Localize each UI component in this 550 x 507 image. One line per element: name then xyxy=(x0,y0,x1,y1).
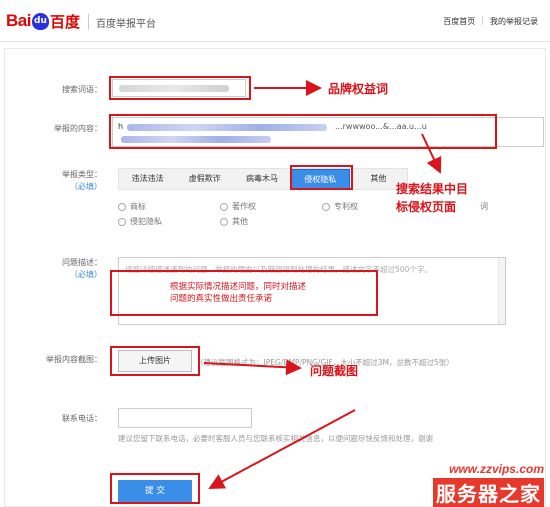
radio-other[interactable]: 其他 xyxy=(220,216,248,227)
radio-circle-icon xyxy=(118,202,126,211)
site-title: 百度举报平台 xyxy=(96,19,156,30)
radio-label: 著作权 xyxy=(232,202,256,211)
annotation-screenshot: 问题截图 xyxy=(310,364,359,378)
type-required-hint: （必填） xyxy=(70,182,102,191)
nav-link-my-reports[interactable]: 我的举报记录 xyxy=(490,16,538,27)
radio-label: 其他 xyxy=(232,217,248,226)
annotation-box-upload xyxy=(110,346,200,376)
header-divider xyxy=(88,14,89,30)
phone-hint: 建议您留下联系电话，必要时客服人员与您联系核实相关信息，以便问题尽快反馈和处理，… xyxy=(118,434,433,443)
type-label: 举报类型： xyxy=(62,170,102,179)
content-label: 举报的内容： xyxy=(54,124,102,133)
nav-link-baidu-home[interactable]: 百度首页 xyxy=(443,16,475,27)
annotation-box-submit xyxy=(110,473,200,504)
watermark-url: www.zzvips.com xyxy=(449,462,544,476)
radio-circle-icon xyxy=(220,202,228,211)
annotation-box-tab xyxy=(290,165,353,190)
radio-privacy[interactable]: 侵犯隐私 xyxy=(118,216,162,227)
annotation-search-result-line2: 标侵权页面 xyxy=(396,200,457,214)
radio-label: 商标 xyxy=(130,202,146,211)
phone-input[interactable] xyxy=(118,408,252,428)
description-scrollbar[interactable] xyxy=(498,258,505,324)
tab-fraud[interactable]: 虚假欺诈 xyxy=(176,169,233,189)
logo-bai-text: Bai xyxy=(6,11,31,30)
header-nav: 百度首页 | 我的举报记录 xyxy=(443,16,538,27)
annotation-description-line1: 根据实际情况描述问题，同时对描述 xyxy=(170,282,307,292)
logo-baidu-cn-text: 百度 xyxy=(49,13,80,31)
annotation-search-result-line1: 搜索结果中目 xyxy=(396,182,469,196)
radio-trademark[interactable]: 商标 xyxy=(118,201,146,212)
radio-copyright[interactable]: 著作权 xyxy=(220,201,256,212)
keyword-label: 搜索词语： xyxy=(62,85,102,94)
phone-label: 联系电话： xyxy=(62,414,102,423)
description-required-hint: （必填） xyxy=(70,270,102,279)
baidu-logo[interactable]: Bai du 百度 xyxy=(6,10,80,32)
nav-separator: | xyxy=(481,16,484,25)
radio-patent[interactable]: 专利权 xyxy=(322,201,358,212)
tab-virus[interactable]: 病毒木马 xyxy=(233,169,290,189)
annotation-box-content xyxy=(109,114,497,149)
annotation-brand-keyword: 品牌权益词 xyxy=(328,82,389,96)
site-watermark: www.zzvips.com 服务器之家 xyxy=(433,462,544,507)
paw-icon: du xyxy=(31,12,49,30)
radio-circle-icon xyxy=(220,217,228,226)
watermark-brand: 服务器之家 xyxy=(433,478,544,507)
tab-illegal[interactable]: 违法违法 xyxy=(119,169,176,189)
description-label: 问题描述： xyxy=(62,258,102,267)
report-type-tabs: 违法违法 虚假欺诈 病毒木马 侵权隐私 其他 xyxy=(118,168,408,190)
screenshot-label: 举报内容截图： xyxy=(46,355,102,364)
annotation-box-keyword xyxy=(109,76,251,100)
page-header: Bai du 百度 百度举报平台 百度首页 | 我的举报记录 xyxy=(0,0,550,42)
radio-label: 专利权 xyxy=(334,202,358,211)
annotation-description-line2: 问题的真实性做出责任承诺 xyxy=(170,294,273,304)
radio-label: 侵犯隐私 xyxy=(130,217,162,226)
radio-label: 词 xyxy=(480,202,488,211)
radio-circle-icon xyxy=(322,202,330,211)
radio-circle-icon xyxy=(118,217,126,226)
radio-extra-fragment: 词 xyxy=(480,201,488,212)
